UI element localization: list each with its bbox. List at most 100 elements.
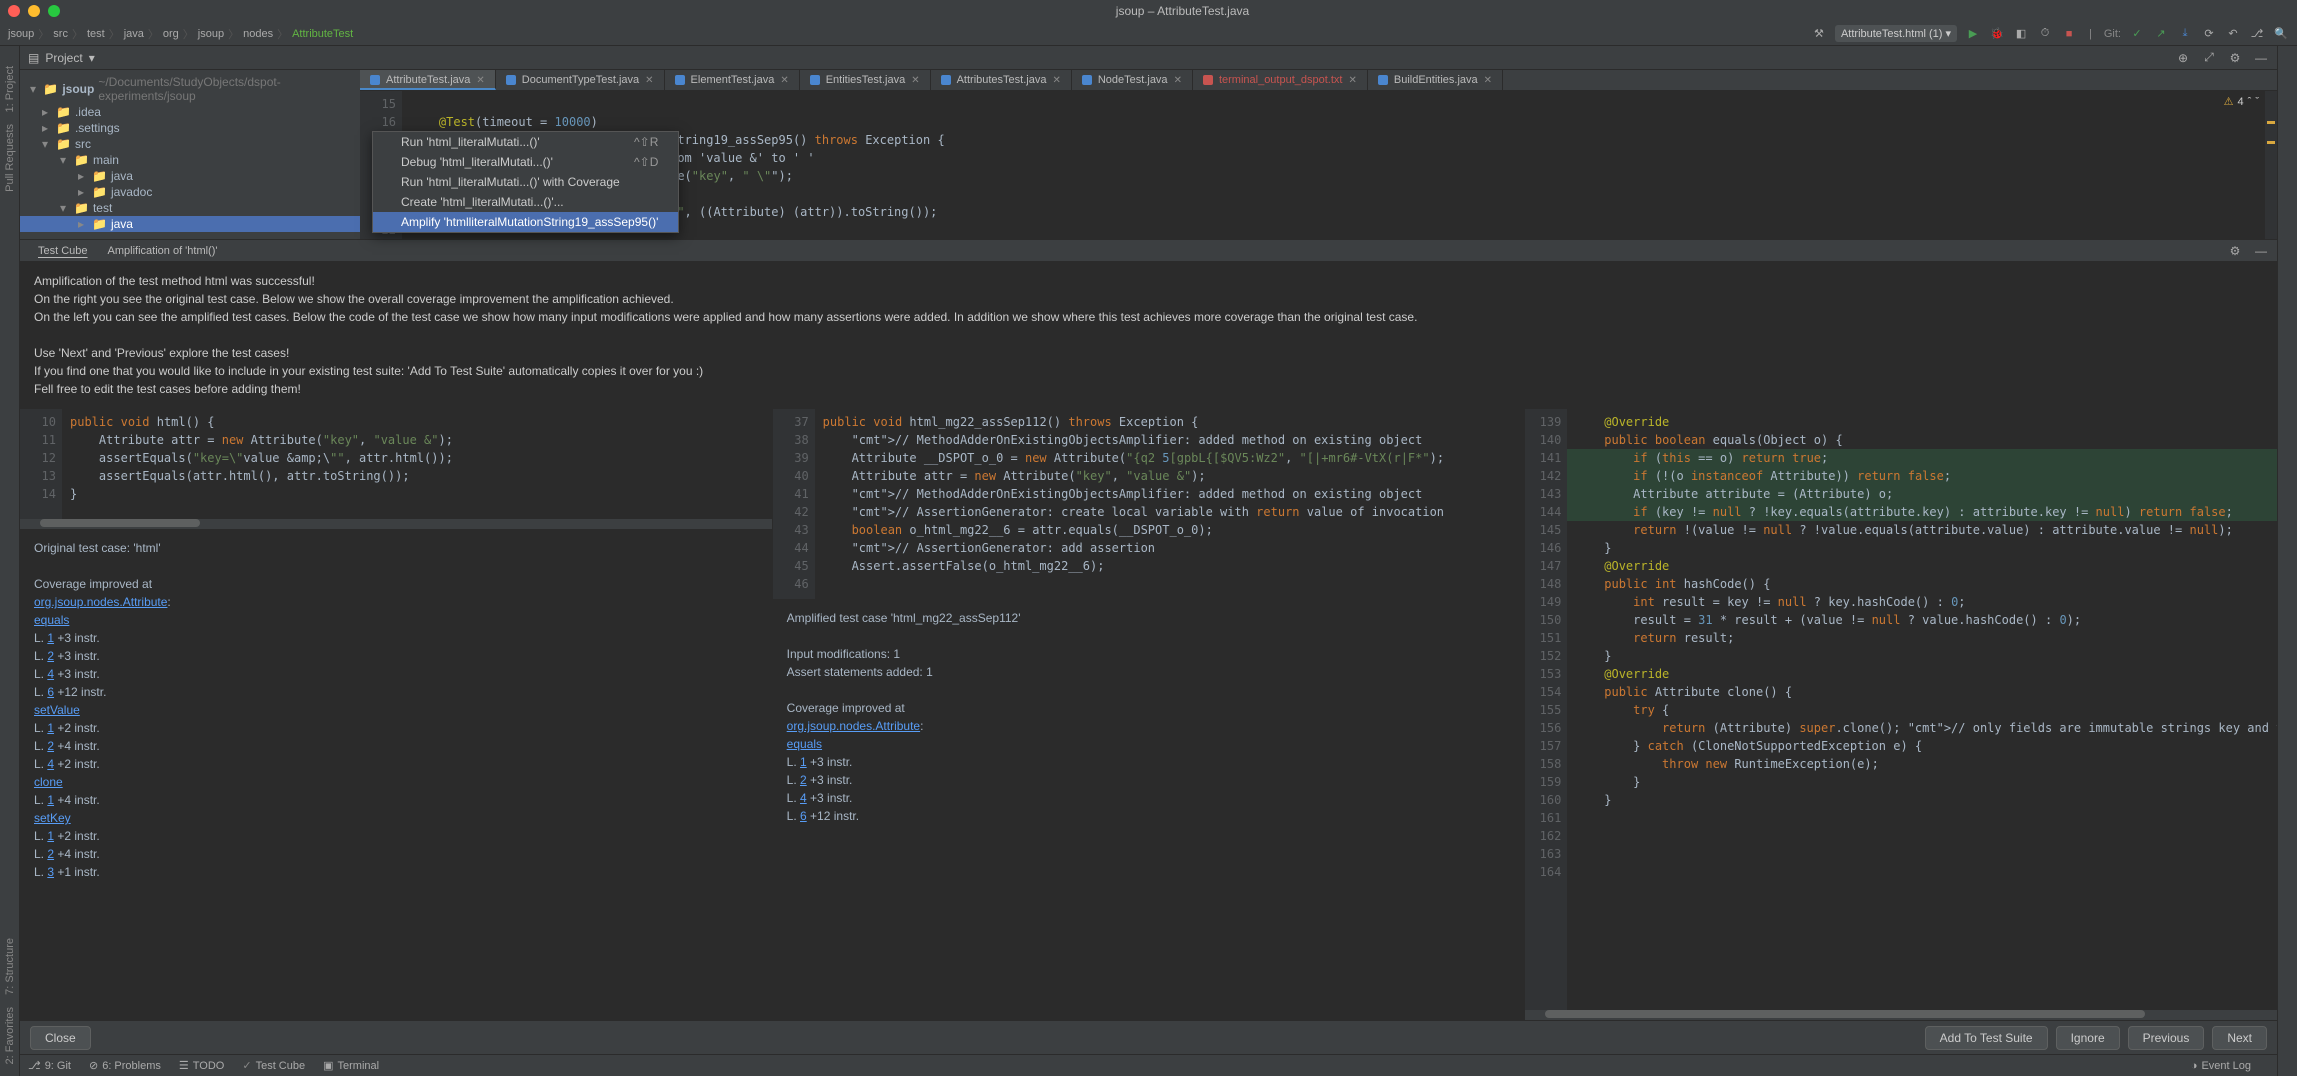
project-tree[interactable]: ▾📁 jsoup ~/Documents/StudyObjects/dspot-…	[20, 70, 360, 239]
file-tab[interactable]: EntitiesTest.java✕	[800, 70, 931, 90]
breadcrumb-item[interactable]: src	[53, 28, 68, 40]
close-icon[interactable]: ✕	[1348, 75, 1356, 86]
breadcrumb-item[interactable]: jsoup	[198, 28, 224, 40]
tab-test-cube[interactable]: Test Cube	[28, 242, 98, 260]
hide-icon[interactable]: —	[2253, 50, 2269, 66]
close-icon[interactable]: ✕	[911, 75, 919, 86]
file-tab[interactable]: BuildEntities.java✕	[1368, 70, 1503, 90]
close-icon[interactable]: ✕	[1052, 75, 1060, 86]
close-icon[interactable]: ✕	[1484, 75, 1492, 86]
git-label: Git:	[2104, 28, 2121, 40]
error-stripe[interactable]	[2265, 91, 2277, 239]
menu-run-coverage[interactable]: Run 'html_literalMutati...()' with Cover…	[373, 172, 678, 192]
tree-root[interactable]: ▾📁 jsoup ~/Documents/StudyObjects/dspot-…	[20, 74, 360, 104]
hide-icon[interactable]: —	[2253, 243, 2269, 259]
menu-run[interactable]: Run 'html_literalMutati...()'^⇧R	[373, 132, 678, 152]
code-text[interactable]: public void html_mg22_assSep112() throws…	[815, 409, 1525, 599]
breadcrumb-item[interactable]: test	[87, 28, 105, 40]
sb-event-log[interactable]: ◑ Event Log	[2191, 1060, 2251, 1072]
search-icon[interactable]: 🔍	[2273, 26, 2289, 42]
file-tab[interactable]: terminal_output_dspot.txt✕	[1193, 70, 1368, 90]
close-window-icon[interactable]	[8, 5, 20, 17]
code-text[interactable]: public void html() { Attribute attr = ne…	[62, 409, 772, 519]
tree-node[interactable]: ▸📁 .idea	[20, 104, 360, 120]
add-to-suite-button[interactable]: Add To Test Suite	[1925, 1026, 2048, 1050]
rail-structure[interactable]: 7: Structure	[4, 938, 16, 995]
sb-test-cube[interactable]: Test Cube	[242, 1059, 305, 1072]
tree-node[interactable]: ▸📁 .settings	[20, 120, 360, 136]
chevron-down-icon[interactable]: ˇ	[2255, 96, 2259, 108]
scrollbar[interactable]	[20, 519, 772, 529]
coverage-method-link[interactable]: setKey	[34, 811, 71, 825]
coverage-method-link[interactable]: clone	[34, 775, 63, 789]
previous-button[interactable]: Previous	[2128, 1026, 2205, 1050]
editor[interactable]: 15 16 17 18 19 20 21 22 @Test(timeout = …	[360, 91, 2277, 239]
chevron-up-icon[interactable]: ˆ	[2248, 96, 2252, 108]
tree-node[interactable]: ▸📁 javadoc	[20, 184, 360, 200]
warning-indicator[interactable]: ⚠ 4 ˆ ˇ	[2224, 95, 2259, 108]
breadcrumb-item[interactable]: org	[163, 28, 179, 40]
target-icon[interactable]: ⊕	[2175, 50, 2191, 66]
coverage-method-link[interactable]: setValue	[34, 703, 80, 717]
close-icon[interactable]: ✕	[645, 75, 653, 86]
hammer-icon[interactable]: ⚒	[1811, 26, 1827, 42]
menu-create-run[interactable]: Create 'html_literalMutati...()'...	[373, 192, 678, 212]
file-tab[interactable]: NodeTest.java✕	[1072, 70, 1193, 90]
git-push-icon[interactable]: ↗	[2153, 26, 2169, 42]
file-tab[interactable]: AttributesTest.java✕	[931, 70, 1072, 90]
tree-node[interactable]: ▾📁 main	[20, 152, 360, 168]
sb-problems[interactable]: ⊘ 6: Problems	[89, 1059, 161, 1072]
coverage-method-link[interactable]: equals	[34, 613, 69, 627]
tab-amplification[interactable]: Amplification of 'html()'	[98, 242, 228, 260]
breadcrumb-item[interactable]: AttributeTest	[292, 28, 353, 40]
file-tab[interactable]: DocumentTypeTest.java✕	[496, 70, 665, 90]
tree-node[interactable]: ▸📁 java	[20, 168, 360, 184]
gear-icon[interactable]: ⚙	[2227, 50, 2243, 66]
debug-icon[interactable]: 🐞	[1989, 26, 2005, 42]
sb-git[interactable]: ⎇ 9: Git	[28, 1059, 71, 1072]
sb-terminal[interactable]: ▣ Terminal	[323, 1059, 379, 1072]
sb-todo[interactable]: ☰ TODO	[179, 1059, 224, 1072]
breadcrumb-item[interactable]: jsoup	[8, 28, 34, 40]
tree-node[interactable]: ▾📁 src	[20, 136, 360, 152]
branch-icon[interactable]: ⎇	[2249, 26, 2265, 42]
git-commit-icon[interactable]: ✓	[2129, 26, 2145, 42]
stop-icon[interactable]: ■	[2061, 26, 2077, 42]
code-text[interactable]: @Override public boolean equals(Object o…	[1567, 409, 2277, 1010]
menu-debug[interactable]: Debug 'html_literalMutati...()'^⇧D	[373, 152, 678, 172]
file-tab[interactable]: ElementTest.java✕	[665, 70, 800, 90]
tree-node-selected[interactable]: ▸📁 java	[20, 216, 360, 232]
tree-node[interactable]: ▾📁 test	[20, 200, 360, 216]
minimize-window-icon[interactable]	[28, 5, 40, 17]
coverage-method-link[interactable]: equals	[787, 737, 822, 751]
coverage-icon[interactable]: ◧	[2013, 26, 2029, 42]
menu-amplify[interactable]: Amplify 'htmlliteralMutationString19_ass…	[373, 212, 678, 232]
rail-project[interactable]: 1: Project	[4, 66, 16, 112]
breadcrumb-item[interactable]: nodes	[243, 28, 273, 40]
ignore-button[interactable]: Ignore	[2056, 1026, 2120, 1050]
code-text[interactable]: @Test(timeout = 10000) public void html_…	[402, 91, 2277, 239]
breadcrumb-item[interactable]: java	[124, 28, 144, 40]
close-icon[interactable]: ✕	[1174, 75, 1182, 86]
close-icon[interactable]: ✕	[780, 75, 788, 86]
close-button[interactable]: Close	[30, 1026, 91, 1050]
scrollbar[interactable]	[1525, 1010, 2277, 1020]
status-bar: ⎇ 9: Git ⊘ 6: Problems ☰ TODO Test Cube …	[20, 1054, 2277, 1076]
file-tab[interactable]: AttributeTest.java✕	[360, 70, 496, 90]
coverage-class-link[interactable]: org.jsoup.nodes.Attribute	[34, 595, 167, 609]
history-icon[interactable]: ⟳	[2201, 26, 2217, 42]
git-update-icon[interactable]: ⤓	[2177, 26, 2193, 42]
rollback-icon[interactable]: ↶	[2225, 26, 2241, 42]
rail-favorites[interactable]: 2: Favorites	[4, 1007, 16, 1064]
profile-icon[interactable]: ⏱	[2037, 26, 2053, 42]
dropdown-icon[interactable]: ▾	[89, 51, 95, 65]
coverage-class-link[interactable]: org.jsoup.nodes.Attribute	[787, 719, 920, 733]
next-button[interactable]: Next	[2212, 1026, 2267, 1050]
run-icon[interactable]: ▶	[1965, 26, 1981, 42]
rail-pull-requests[interactable]: Pull Requests	[4, 124, 16, 192]
maximize-window-icon[interactable]	[48, 5, 60, 17]
expand-icon[interactable]: ⤢	[2201, 50, 2217, 66]
run-config-selector[interactable]: AttributeTest.html (1) ▾	[1835, 25, 1957, 42]
close-icon[interactable]: ✕	[476, 75, 484, 86]
gear-icon[interactable]: ⚙	[2227, 243, 2243, 259]
